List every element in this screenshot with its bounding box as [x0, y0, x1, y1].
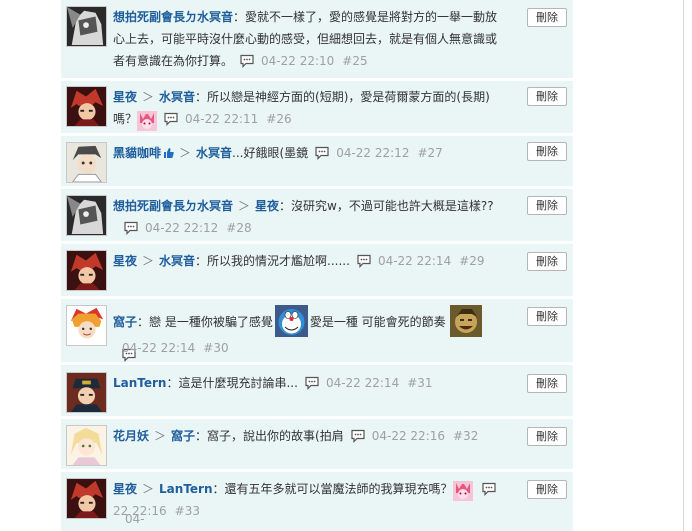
username-link[interactable]: 窩子 — [113, 315, 137, 329]
reply-target-link[interactable]: 星夜 — [255, 199, 279, 213]
thumbs-up-icon — [163, 144, 174, 166]
reply-target-link[interactable]: 水冥音 — [196, 146, 232, 160]
avatar[interactable] — [66, 425, 107, 466]
username-link[interactable]: 黑貓咖啡 — [113, 146, 161, 160]
avatar[interactable] — [66, 250, 107, 291]
avatar[interactable] — [66, 372, 107, 413]
comment-body: 花月妖 ＞ 窩子：窩子，說出你的故事(拍肩 04-22 22:16 #32 — [113, 425, 505, 447]
comment-floor-number: #25 — [342, 54, 368, 68]
avatar[interactable] — [66, 195, 107, 236]
avatar[interactable] — [66, 142, 107, 183]
comment-body: 星夜 ＞ 水冥音：所以我的情況才尷尬啊...... 04-22 22:14 #29 — [113, 250, 505, 272]
username-link[interactable]: 想拍死副會長ㄉ水冥音 — [113, 10, 233, 24]
reply-target-link[interactable]: 水冥音 — [159, 254, 195, 268]
comment-bubble-icon[interactable] — [481, 482, 497, 496]
comment-item: 想拍死副會長ㄉ水冥音：愛就不一樣了，愛的感覺是將對方的一舉一動放心上去，可能平時… — [61, 0, 573, 81]
username-link[interactable]: 花月妖 — [113, 429, 149, 443]
page-right-border — [683, 0, 684, 531]
comment-body: 星夜＞水冥音：所以戀是神經方面的(短期)，愛是荷爾蒙方面的(長期)嗎？ 04-22… — [113, 86, 505, 138]
comment-meta-line: 04-22 22:14 #30 — [122, 337, 514, 359]
avatar[interactable] — [66, 305, 107, 346]
comment-timestamp-part2: 22 22:16 — [113, 504, 167, 518]
reply-target-link[interactable]: 窩子 — [171, 429, 195, 443]
avatar[interactable] — [66, 478, 107, 519]
reply-target-link[interactable]: LanTern — [159, 482, 212, 496]
reply-separator: ＞ — [142, 482, 155, 496]
username-link[interactable]: 星夜 — [113, 90, 137, 104]
reply-separator: ＞ — [238, 199, 251, 213]
pink-bunny-emote — [137, 111, 158, 138]
comment-bubble-icon[interactable] — [304, 376, 320, 390]
comment-meta-line: 22 22:16 #33 — [113, 500, 505, 522]
delete-button[interactable]: 刪除 — [527, 196, 567, 215]
delete-button[interactable]: 刪除 — [527, 8, 567, 27]
comment-floor-number: #26 — [266, 112, 292, 126]
delete-button[interactable]: 刪除 — [527, 307, 567, 326]
comment-floor-number: #29 — [459, 254, 485, 268]
reply-separator: ＞ — [142, 90, 155, 104]
comment-item: LanTern：這是什麼現充討論串... 04-22 22:14 #31 刪除 — [61, 365, 573, 419]
comment-bubble-icon[interactable] — [123, 221, 139, 235]
comment-timestamp: 04-22 22:14 — [377, 254, 452, 268]
username-link[interactable]: 星夜 — [113, 482, 137, 496]
reply-separator: ＞ — [179, 146, 192, 160]
delete-button[interactable]: 刪除 — [527, 427, 567, 446]
comment-item: 花月妖 ＞ 窩子：窩子，說出你的故事(拍肩 04-22 22:16 #32 刪除 — [61, 419, 573, 472]
comment-timestamp: 04-22 22:14 — [122, 341, 196, 355]
comment-item: 星夜＞水冥音：所以戀是神經方面的(短期)，愛是荷爾蒙方面的(長期)嗎？ 04-22… — [61, 81, 573, 136]
comment-timestamp: 04-22 22:12 — [336, 146, 410, 160]
reply-separator: ＞ — [154, 429, 167, 443]
comment-body: 黑貓咖啡 ＞ 水冥音...好餓眼(墨鏡 04-22 22:12 #27 — [113, 142, 505, 166]
comment-text: ：還有五年多就可以當魔法師的我算現充嗎？ — [212, 482, 453, 496]
comment-floor-number: #33 — [174, 504, 200, 518]
delete-button[interactable]: 刪除 — [527, 252, 567, 271]
comment-bubble-icon[interactable] — [314, 146, 330, 160]
comment-text: ...好餓眼(墨鏡 — [232, 146, 309, 160]
comment-bubble-icon[interactable] — [356, 254, 372, 268]
comment-floor-number: #30 — [203, 341, 229, 355]
comment-timestamp: 04-22 22:12 — [145, 221, 219, 235]
comment-floor-number: #31 — [407, 376, 433, 390]
comment-floor-number: #27 — [417, 146, 443, 160]
comment-item: 想拍死副會長ㄉ水冥音 ＞ 星夜：沒研究w，不過可能也許大概是這樣?? 04-22 22… — [61, 189, 573, 244]
comment-timestamp: 04-22 22:11 — [185, 112, 259, 126]
comment-text: ：所以我的情況才尷尬啊...... — [195, 254, 350, 268]
comment-timestamp: 04-22 22:14 — [325, 376, 400, 390]
comment-item: 星夜 ＞ 水冥音：所以我的情況才尷尬啊...... 04-22 22:14 #29 刪除 — [61, 244, 573, 299]
comment-body: 想拍死副會長ㄉ水冥音 ＞ 星夜：沒研究w，不過可能也許大概是這樣?? 04-22 22… — [113, 195, 505, 239]
comment-text-continued: 愛是一種 可能會死的節奏 — [309, 315, 446, 329]
delete-button[interactable]: 刪除 — [527, 142, 567, 161]
comment-timestamp: 04-22 22:10 — [261, 54, 335, 68]
comment-floor-number: #32 — [453, 429, 479, 443]
comment-text: ：窩子，說出你的故事(拍肩 — [195, 429, 344, 443]
comment-bubble-icon[interactable] — [239, 54, 255, 68]
comment-body: 想拍死副會長ㄉ水冥音：愛就不一樣了，愛的感覺是將對方的一舉一動放心上去，可能平時… — [113, 6, 505, 72]
comment-item: 黑貓咖啡 ＞ 水冥音...好餓眼(墨鏡 04-22 22:12 #27 刪除 — [61, 136, 573, 189]
avatar[interactable] — [66, 6, 107, 47]
delete-button[interactable]: 刪除 — [527, 87, 567, 106]
comment-bubble-icon[interactable] — [350, 429, 366, 443]
username-link[interactable]: LanTern — [113, 376, 166, 390]
comment-item: 窩子：戀 是一種你被騙了感覺 愛是一種 可能會死的節奏 04-22 22:14 #3… — [61, 299, 573, 365]
comment-floor-number: #28 — [226, 221, 252, 235]
avatar[interactable] — [66, 86, 107, 127]
reply-separator: ＞ — [142, 254, 155, 268]
comment-text: ：這是什麼現充討論串... — [166, 376, 298, 390]
username-link[interactable]: 想拍死副會長ㄉ水冥音 — [113, 199, 233, 213]
comment-text: ：戀 是一種你被騙了感覺 — [137, 315, 273, 329]
comment-body: LanTern：這是什麼現充討論串... 04-22 22:14 #31 — [113, 372, 505, 394]
comment-bubble-icon[interactable] — [163, 112, 179, 126]
reply-target-link[interactable]: 水冥音 — [159, 90, 195, 104]
comment-timestamp: 04-22 22:16 — [371, 429, 445, 443]
username-link[interactable]: 星夜 — [113, 254, 137, 268]
delete-button[interactable]: 刪除 — [527, 374, 567, 393]
comment-item: 星夜＞ LanTern：還有五年多就可以當魔法師的我算現充嗎？ 04- 22 22:… — [61, 472, 573, 531]
delete-button[interactable]: 刪除 — [527, 480, 567, 499]
comment-text: ：沒研究w，不過可能也許大概是這樣?? — [279, 199, 494, 213]
